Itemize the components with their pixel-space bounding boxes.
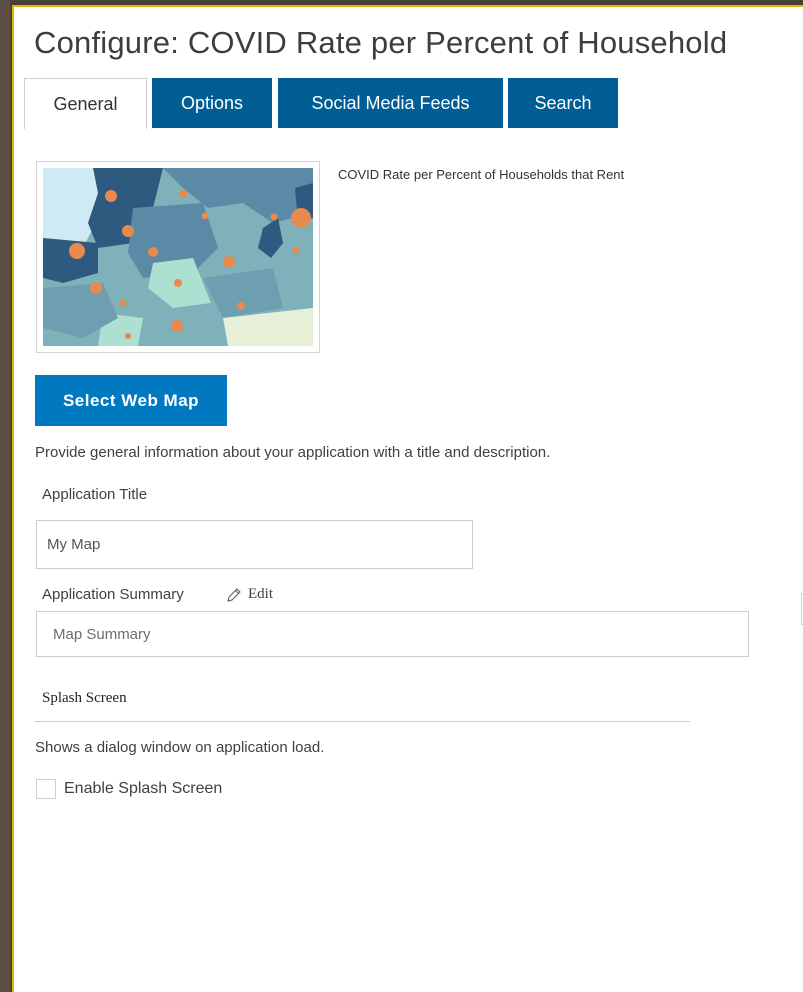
enable-splash-checkbox[interactable] xyxy=(36,779,56,799)
app-frame: Configure: COVID Rate per Percent of Hou… xyxy=(0,0,803,992)
webmap-name: COVID Rate per Percent of Households tha… xyxy=(338,167,625,182)
application-title-label: Application Title xyxy=(42,486,148,503)
application-summary-label: Application Summary xyxy=(42,586,184,603)
left-edge-strip xyxy=(0,0,10,992)
general-intro-text: Provide general information about your a… xyxy=(35,444,551,461)
pencil-icon xyxy=(227,587,241,602)
map-thumbnail-image xyxy=(43,168,313,346)
tab-social-media-feeds-label: Social Media Feeds xyxy=(311,92,470,113)
select-web-map-button[interactable]: Select Web Map xyxy=(35,375,227,426)
application-summary-input[interactable] xyxy=(36,611,749,657)
application-title-input[interactable] xyxy=(36,520,473,569)
splash-screen-description: Shows a dialog window on application loa… xyxy=(35,739,325,756)
tab-general-label: General xyxy=(53,93,118,114)
tab-general[interactable]: General xyxy=(24,78,147,129)
webmap-thumbnail xyxy=(36,161,320,353)
tab-options-label: Options xyxy=(180,92,244,113)
tab-options[interactable]: Options xyxy=(152,78,272,128)
configure-panel: Configure: COVID Rate per Percent of Hou… xyxy=(12,5,803,992)
page-title: Configure: COVID Rate per Percent of Hou… xyxy=(34,25,728,60)
tab-social-media-feeds[interactable]: Social Media Feeds xyxy=(278,78,503,128)
edit-summary-link[interactable]: Edit xyxy=(226,586,273,603)
tab-search-label: Search xyxy=(534,92,592,113)
splash-screen-heading: Splash Screen xyxy=(42,690,127,706)
splash-divider xyxy=(35,721,690,722)
tab-search[interactable]: Search xyxy=(508,78,618,128)
edit-summary-label: Edit xyxy=(248,586,273,602)
enable-splash-label[interactable]: Enable Splash Screen xyxy=(64,780,222,798)
